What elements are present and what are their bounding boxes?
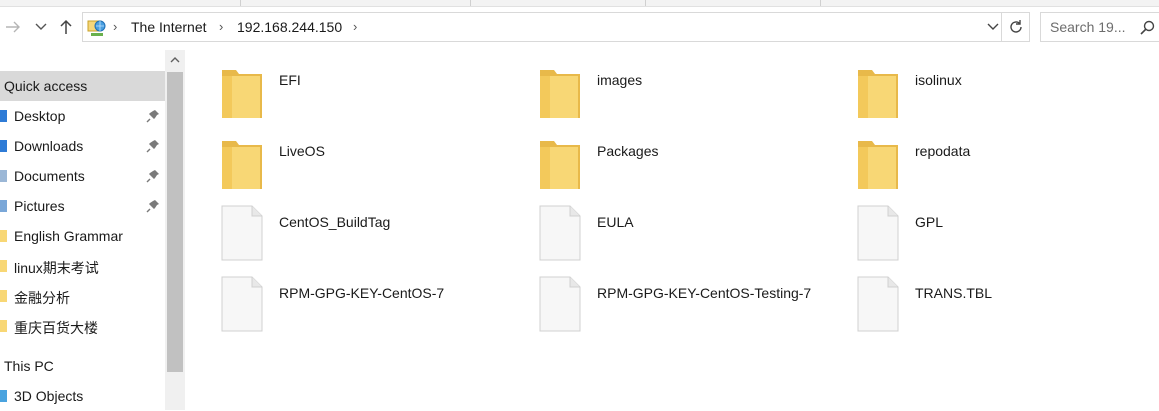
folder-icon [540,141,580,189]
pin-icon[interactable] [146,139,160,153]
sidebar-item[interactable]: Documents [0,161,165,191]
sidebar-item-label: Quick access [4,78,88,94]
pin-icon[interactable] [146,109,160,123]
sidebar-item[interactable]: 重庆百货大楼 [0,311,165,341]
folder-icon [0,260,7,272]
file-item[interactable]: EULA [504,192,804,261]
folder-icon [858,70,898,118]
desktop-icon [0,110,7,122]
refresh-button[interactable] [1001,13,1029,41]
chevron-down-icon [987,23,999,30]
file-icon [857,205,899,261]
sidebar-item-label: Pictures [14,198,65,214]
file-item[interactable]: GPL [822,192,1122,261]
folder-icon [222,141,262,189]
download-icon [0,140,7,152]
forward-arrow-icon [6,21,20,33]
sidebar-item-label: linux期末考试 [14,260,99,276]
file-icon [221,276,263,332]
folder-icon [540,70,580,118]
sidebar-item-label: This PC [4,358,54,374]
documents-icon [0,170,7,182]
navigation-pane-scrollbar[interactable] [165,50,185,410]
chevron-up-icon [170,57,180,63]
folder-name: LiveOS [279,143,325,159]
file-item[interactable]: CentOS_BuildTag [186,192,486,261]
sidebar-item-label: Documents [14,168,85,184]
address-dropdown-button[interactable] [987,18,999,34]
folder-name: images [597,72,643,88]
navigation-pane: Quick access Desktop Downloads Documents Pic… [0,50,165,410]
file-item[interactable]: TRANS.TBL [822,263,1122,332]
chevron-down-icon [35,23,47,30]
file-name: RPM-GPG-KEY-CentOS-Testing-7 [597,285,812,301]
sidebar-item[interactable]: Downloads [0,131,165,161]
3d-objects-icon [0,390,7,402]
folder-name: EFI [279,72,301,88]
breadcrumb-separator-icon[interactable]: › [113,19,117,34]
sidebar-item-label: 3D Objects [14,388,84,404]
sidebar-item[interactable]: Quick access [0,71,165,101]
folder-item[interactable]: LiveOS [186,121,486,189]
search-input[interactable]: Search 19... [1050,19,1126,35]
file-icon [221,205,263,261]
file-icon [857,276,899,332]
breadcrumb-the-internet[interactable]: The Internet [131,19,207,35]
folder-name: repodata [915,143,971,159]
pictures-icon [0,200,7,212]
up-button[interactable] [55,15,77,39]
network-location-icon [87,20,106,36]
search-box[interactable]: Search 19... [1040,12,1159,42]
sidebar-item-label: Downloads [14,138,84,154]
folder-item[interactable]: repodata [822,121,1122,189]
folder-icon [858,141,898,189]
sidebar-item[interactable]: English Grammar [0,221,165,251]
sidebar-item[interactable]: linux期末考试 [0,251,165,281]
breadcrumb-host[interactable]: 192.168.244.150 [237,19,342,35]
sidebar-item[interactable]: 3D Objects [0,381,165,411]
folder-item[interactable]: isolinux [822,50,1122,118]
folder-name: Packages [597,143,659,159]
tab-strip [0,0,1159,7]
folder-icon [0,290,7,302]
pin-icon[interactable] [146,199,160,213]
folder-item[interactable]: Packages [504,121,804,189]
navigation-bar: › The Internet › 192.168.244.150 › Searc… [0,7,1159,47]
sidebar-item-label: 金融分析 [14,290,70,306]
file-name: CentOS_BuildTag [279,214,391,230]
sidebar-item[interactable]: 金融分析 [0,281,165,311]
sidebar-item-label: 重庆百货大楼 [14,320,98,336]
sidebar-item[interactable]: Pictures [0,191,165,221]
folder-item[interactable]: images [504,50,804,118]
search-icon[interactable] [1139,20,1155,36]
file-item[interactable]: RPM-GPG-KEY-CentOS-7 [186,263,486,332]
file-name: GPL [915,214,944,230]
scroll-up-button[interactable] [165,50,185,70]
pin-icon[interactable] [146,169,160,183]
sidebar-item-label: Desktop [14,108,66,124]
address-bar[interactable]: › The Internet › 192.168.244.150 › [82,12,1030,42]
file-name: TRANS.TBL [915,285,993,301]
file-list: EFI images isolinux LiveOS Packages repodata C… [186,50,1159,410]
breadcrumb-separator-icon[interactable]: › [353,19,357,34]
folder-item[interactable]: EFI [186,50,486,118]
recent-locations-button[interactable] [30,15,52,39]
up-arrow-icon [60,19,72,34]
scrollbar-thumb[interactable] [167,72,183,372]
folder-icon [0,230,7,242]
refresh-icon [1009,20,1022,33]
sidebar-item[interactable]: Desktop [0,101,165,131]
forward-button[interactable] [2,15,24,39]
sidebar-item[interactable]: This PC [0,351,165,381]
file-icon [539,205,581,261]
file-name: EULA [597,214,634,230]
file-icon [539,276,581,332]
breadcrumb-separator-icon[interactable]: › [219,19,223,34]
file-item[interactable]: RPM-GPG-KEY-CentOS-Testing-7 [504,263,811,332]
folder-name: isolinux [915,72,962,88]
file-name: RPM-GPG-KEY-CentOS-7 [279,285,445,301]
folder-icon [0,320,7,332]
sidebar-item-label: English Grammar [14,228,123,244]
folder-icon [222,70,262,118]
